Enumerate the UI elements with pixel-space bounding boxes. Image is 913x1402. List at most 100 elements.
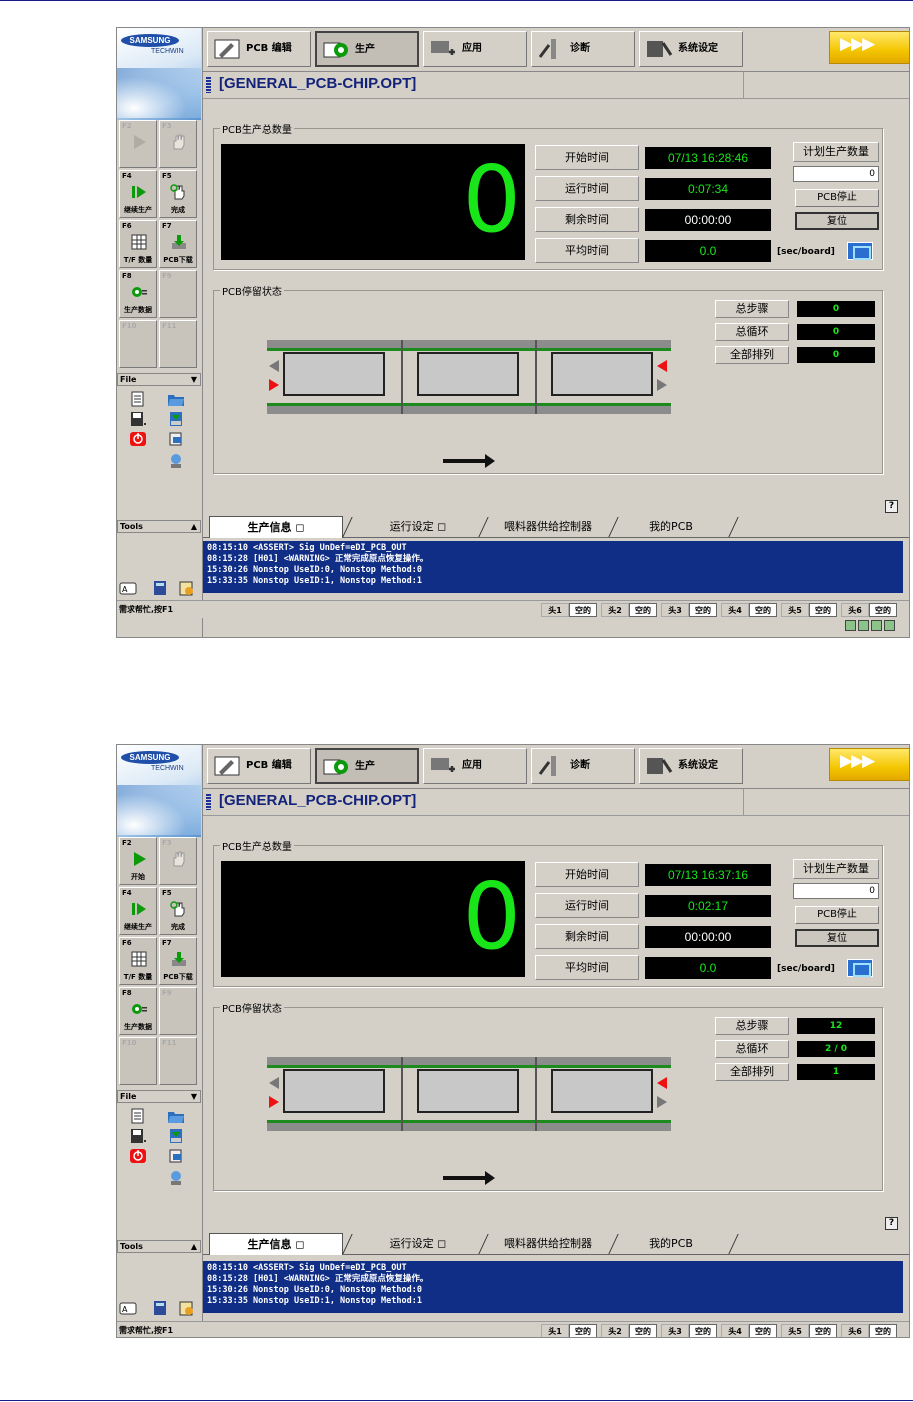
save-as-icon[interactable] [167, 1128, 185, 1144]
download-icon [172, 952, 186, 966]
f4-continue-button[interactable]: F4 继续生产 [119, 170, 157, 218]
save-as-icon[interactable] [167, 411, 185, 427]
print-icon[interactable] [167, 1148, 185, 1164]
logo-swoosh [117, 785, 201, 835]
f2-start-button[interactable]: F2 开始 [119, 837, 157, 885]
conveyor-guide-top [267, 348, 671, 351]
samsung-techwin-logo: SAMSUNG TECHWIN [117, 745, 201, 837]
tab-feeder-controller[interactable]: 喂料器供给控制器 [485, 516, 611, 538]
menu-system-settings[interactable]: 系统设定 [639, 31, 743, 67]
conveyor-zone-divider [535, 340, 537, 414]
save-icon[interactable] [129, 411, 147, 427]
menu-production[interactable]: 生产 [315, 31, 419, 67]
calibrate-icon[interactable] [847, 242, 873, 260]
calibrate-icon[interactable] [847, 959, 873, 977]
menu-apply[interactable]: 应用 [423, 31, 527, 67]
help-question-icon[interactable]: ? [885, 1217, 898, 1230]
f4-continue-button[interactable]: F4 继续生产 [119, 887, 157, 935]
f9-button[interactable]: F9 [159, 270, 197, 318]
collapse-up-icon[interactable]: ▲ [191, 521, 197, 532]
tab-run-settings[interactable]: 运行设定 ◻ [353, 516, 483, 538]
power-icon[interactable] [129, 1148, 147, 1164]
power-icon[interactable] [129, 431, 147, 447]
help-question-icon[interactable]: ? [885, 500, 898, 513]
fkey-number: F8 [122, 989, 132, 997]
sensor-right-lower-icon [657, 1096, 667, 1108]
tab-run-settings[interactable]: 运行设定 ◻ [353, 1233, 483, 1255]
open-folder-icon[interactable] [167, 391, 185, 407]
tools-panel-header[interactable]: Tools ▲ [117, 520, 201, 533]
collapse-down-icon[interactable]: ▼ [191, 1091, 197, 1102]
f11-button[interactable]: F11 [159, 320, 197, 368]
f7-pcb-download-button[interactable]: F7 PCB下载 [159, 220, 197, 268]
calculator-icon[interactable] [151, 1300, 169, 1316]
start-time-value: 07/13 16:37:16 [645, 864, 771, 886]
f10-button[interactable]: F10 [119, 320, 157, 368]
f7-pcb-download-button[interactable]: F7 PCB下载 [159, 937, 197, 985]
clipboard-icon[interactable] [177, 1300, 195, 1316]
planned-count-input[interactable]: 0 [793, 883, 879, 899]
total-cycle-label: 总循环 [715, 1040, 789, 1058]
keyboard-icon[interactable]: A [119, 1300, 137, 1316]
f8-production-data-button[interactable]: F8 生产数据 [119, 270, 157, 318]
reset-button[interactable]: 复位 [795, 929, 879, 947]
menu-apply[interactable]: 应用 [423, 748, 527, 784]
tray-icon [858, 620, 869, 631]
network-icon[interactable] [167, 453, 185, 469]
top-menu-bar: PCB 编辑 生产 应用 诊断 系统设定 ▶▶▶ IDLE [203, 745, 909, 789]
network-icon[interactable] [167, 1170, 185, 1186]
save-icon[interactable] [129, 1128, 147, 1144]
reset-button[interactable]: 复位 [795, 212, 879, 230]
f3-pause-button[interactable]: F3 [159, 837, 197, 885]
pcb-stop-button[interactable]: PCB停止 [795, 906, 879, 924]
tab-divider [342, 517, 353, 537]
keyboard-icon[interactable]: A [119, 580, 137, 596]
tools-panel-header[interactable]: Tools ▲ [117, 1240, 201, 1253]
fkey-label: 完成 [171, 923, 185, 931]
fkey-number: F6 [122, 222, 132, 230]
f5-finish-button[interactable]: F5 完成 [159, 170, 197, 218]
f2-start-button[interactable]: F2 [119, 120, 157, 168]
file-panel-header[interactable]: File ▼ [117, 1090, 201, 1103]
clipboard-icon[interactable] [177, 580, 195, 596]
fkey-number: F7 [162, 222, 172, 230]
new-file-icon[interactable] [129, 391, 147, 407]
tab-production-info[interactable]: 生产信息 ◻ [209, 1233, 343, 1255]
grid-icon [131, 234, 147, 250]
f11-button[interactable]: F11 [159, 1037, 197, 1085]
job-file-name: [GENERAL_PCB-CHIP.OPT] [219, 75, 417, 92]
top-menu-bar: PCB 编辑 生产 应用 诊断 系统设定 ▶▶▶ IDLE [203, 28, 909, 72]
menu-production[interactable]: 生产 [315, 748, 419, 784]
calculator-icon[interactable] [151, 580, 169, 596]
tab-my-pcb[interactable]: 我的PCB [617, 516, 725, 538]
collapse-down-icon[interactable]: ▼ [191, 374, 197, 385]
menu-diagnosis[interactable]: 诊断 [531, 31, 635, 67]
new-file-icon[interactable] [129, 1108, 147, 1124]
file-panel-header[interactable]: File ▼ [117, 373, 201, 386]
tab-my-pcb[interactable]: 我的PCB [617, 1233, 725, 1255]
planned-count-input[interactable]: 0 [793, 166, 879, 182]
menu-pcb-edit[interactable]: PCB 编辑 [207, 748, 311, 784]
f3-pause-button[interactable]: F3 [159, 120, 197, 168]
f5-finish-button[interactable]: F5 完成 [159, 887, 197, 935]
menu-label: PCB 编辑 [246, 43, 292, 54]
f6-tf-count-button[interactable]: F6 T/F 数量 [119, 220, 157, 268]
file-label: File [120, 375, 137, 384]
samsung-techwin-logo: SAMSUNG TECHWIN [117, 28, 201, 120]
menu-system-settings[interactable]: 系统设定 [639, 748, 743, 784]
f8-production-data-button[interactable]: F8 生产数据 [119, 987, 157, 1035]
fkey-label: 开始 [131, 873, 145, 881]
f10-button[interactable]: F10 [119, 1037, 157, 1085]
tab-production-info[interactable]: 生产信息 ◻ [209, 516, 343, 538]
fkey-number: F2 [122, 839, 132, 847]
f6-tf-count-button[interactable]: F6 T/F 数量 [119, 937, 157, 985]
tab-feeder-controller[interactable]: 喂料器供给控制器 [485, 1233, 611, 1255]
f9-button[interactable]: F9 [159, 987, 197, 1035]
menu-diagnosis[interactable]: 诊断 [531, 748, 635, 784]
fkey-label: 继续生产 [124, 206, 152, 214]
collapse-up-icon[interactable]: ▲ [191, 1241, 197, 1252]
menu-pcb-edit[interactable]: PCB 编辑 [207, 31, 311, 67]
open-folder-icon[interactable] [167, 1108, 185, 1124]
print-icon[interactable] [167, 431, 185, 447]
pcb-stop-button[interactable]: PCB停止 [795, 189, 879, 207]
